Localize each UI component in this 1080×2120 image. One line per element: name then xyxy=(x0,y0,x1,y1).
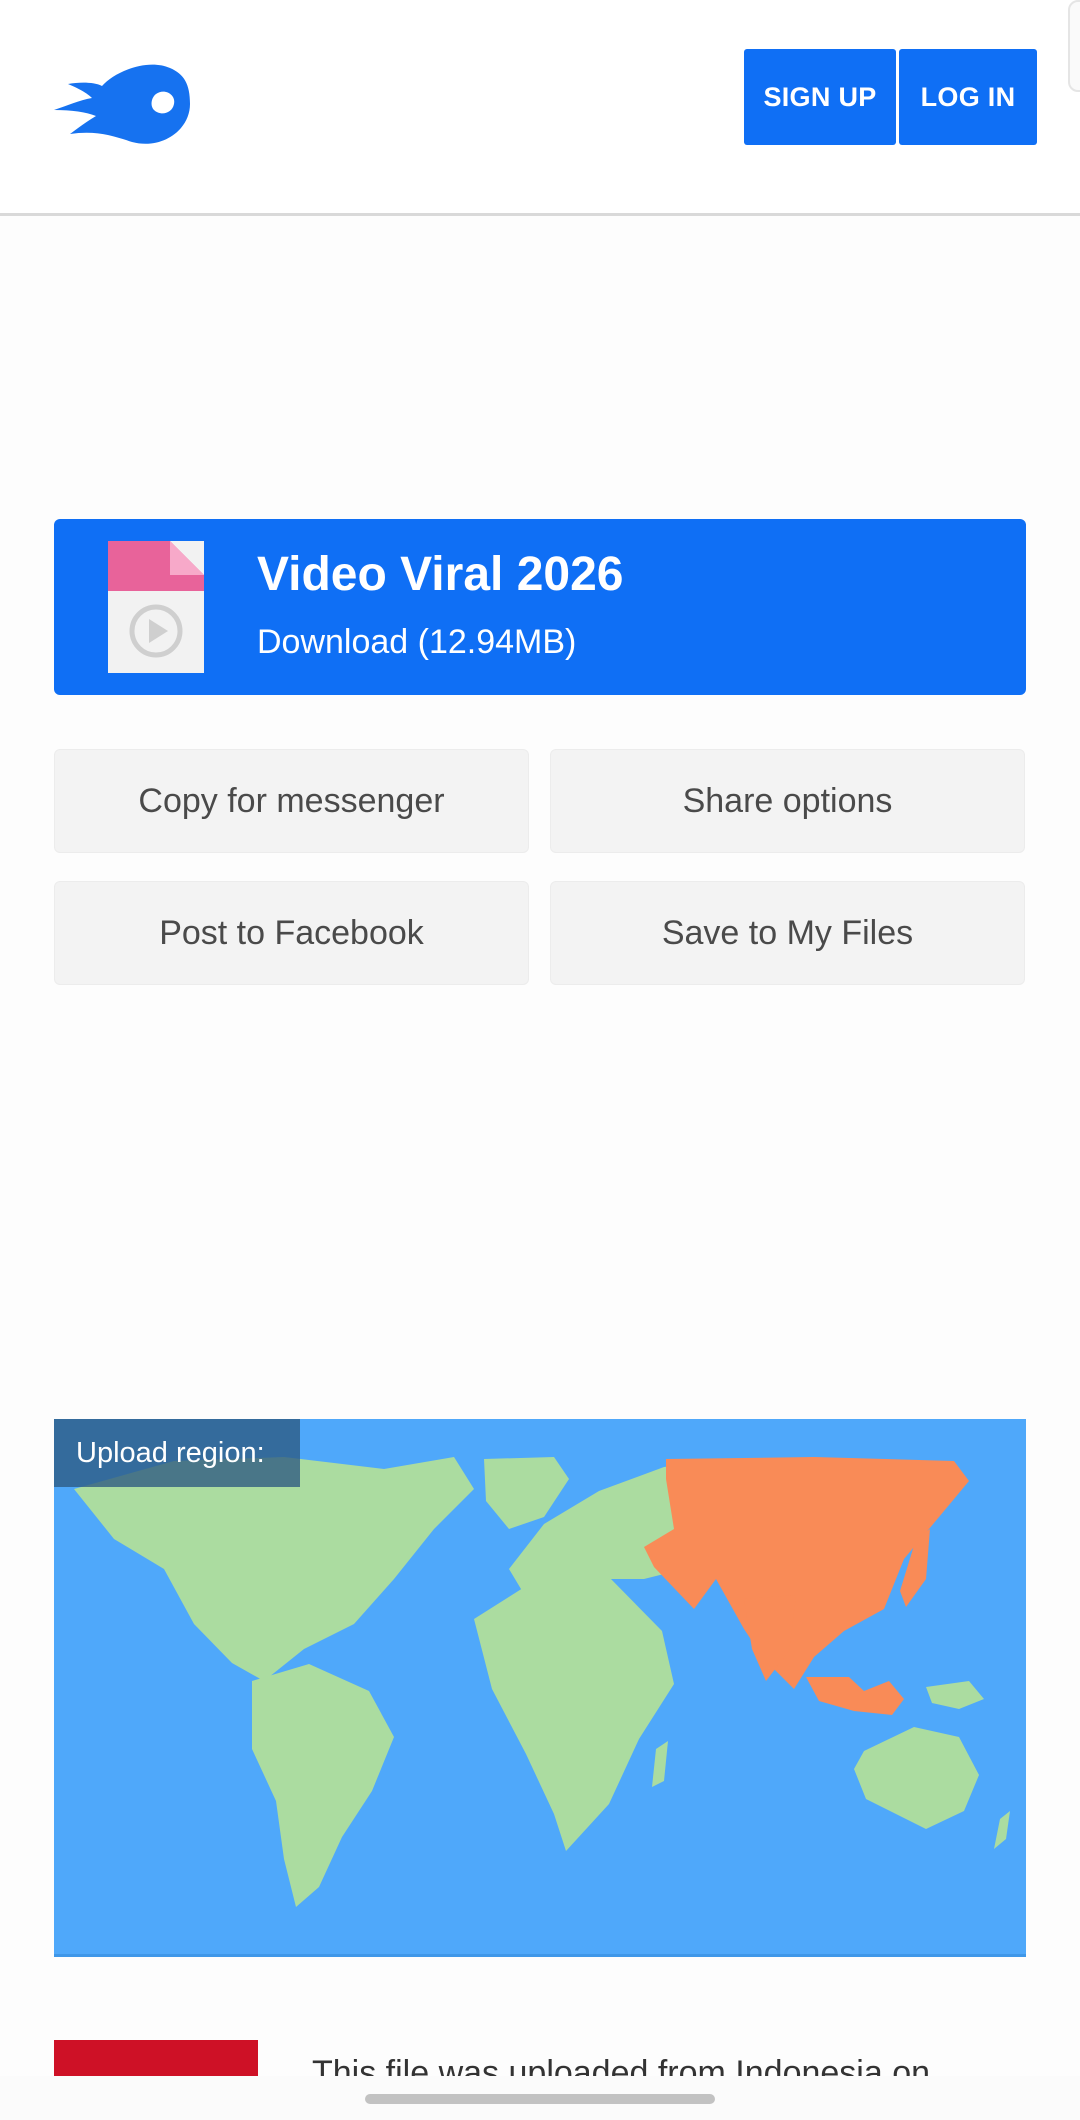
madagascar-shape xyxy=(652,1741,668,1787)
new-guinea-shape xyxy=(926,1681,984,1709)
share-options-button[interactable]: Share options xyxy=(550,749,1025,853)
new-zealand-shape xyxy=(994,1811,1010,1849)
flame-logo-icon[interactable] xyxy=(52,64,192,146)
world-map xyxy=(74,1457,1010,1907)
upload-region-map: Upload region: xyxy=(54,1419,1026,1957)
upload-region-label: Upload region: xyxy=(54,1419,300,1487)
home-indicator[interactable] xyxy=(365,2094,715,2104)
log-in-button[interactable]: LOG IN xyxy=(899,49,1037,145)
download-link[interactable]: Download (12.94MB) xyxy=(257,623,576,662)
edge-panel-handle[interactable] xyxy=(1068,0,1080,92)
indonesia-shape xyxy=(806,1677,904,1715)
north-america-shape xyxy=(74,1457,474,1681)
post-to-facebook-button[interactable]: Post to Facebook xyxy=(54,881,529,985)
video-file-icon xyxy=(108,541,204,673)
sign-up-button[interactable]: SIGN UP xyxy=(744,49,896,145)
south-america-shape xyxy=(252,1664,394,1907)
file-title: Video Viral 2026 xyxy=(257,548,624,601)
australia-shape xyxy=(854,1727,979,1829)
save-to-my-files-button[interactable]: Save to My Files xyxy=(550,881,1025,985)
africa-shape xyxy=(474,1577,674,1851)
file-download-card[interactable]: Video Viral 2026 Download (12.94MB) xyxy=(54,519,1026,695)
page: SIGN UP LOG IN Video Viral 2026 Download… xyxy=(0,0,1080,2120)
site-header: SIGN UP LOG IN xyxy=(0,0,1080,216)
copy-for-messenger-button[interactable]: Copy for messenger xyxy=(54,749,529,853)
